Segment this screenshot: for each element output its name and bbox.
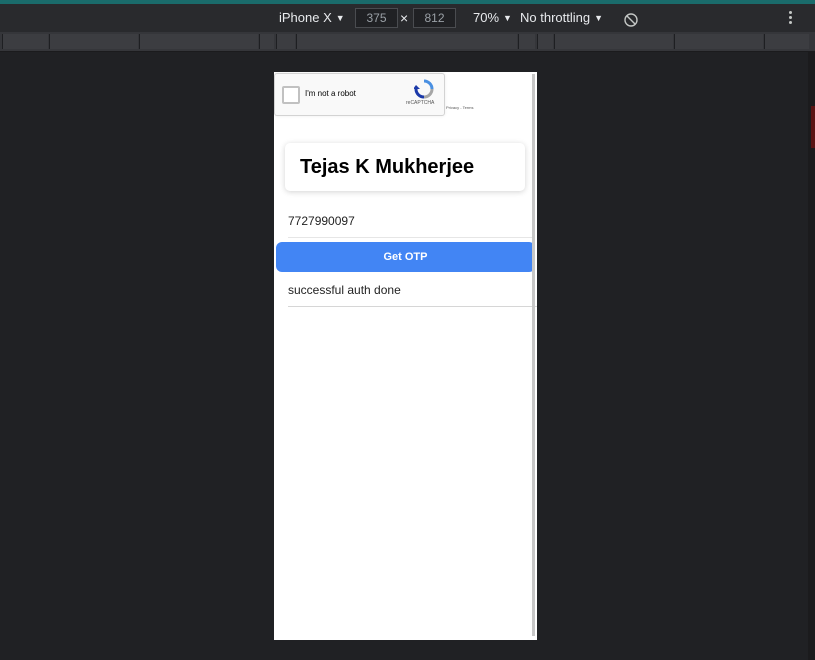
get-otp-button[interactable]: Get OTP <box>276 242 535 272</box>
device-name: iPhone X <box>279 10 332 25</box>
recaptcha-checkbox[interactable] <box>282 86 300 104</box>
edge-marker <box>811 106 815 148</box>
scrollbar[interactable] <box>532 74 535 636</box>
ruler-segment[interactable] <box>259 34 274 49</box>
recaptcha-widget: I'm not a robot reCAPTCHA <box>274 73 445 116</box>
ruler-segment[interactable] <box>518 34 535 49</box>
media-query-ruler <box>0 32 815 52</box>
ruler-segment[interactable] <box>49 34 138 49</box>
recaptcha-links[interactable]: Privacy - Terms <box>446 105 473 110</box>
user-name: Tejas K Mukherjee <box>300 156 475 178</box>
width-input[interactable]: 375 <box>355 8 398 28</box>
divider <box>288 306 537 307</box>
ruler-segment[interactable] <box>554 34 673 49</box>
ruler-segment[interactable] <box>537 34 553 49</box>
recaptcha-label: I'm not a robot <box>305 89 356 98</box>
device-viewport: I'm not a robot reCAPTCHA Privacy - Term… <box>274 72 537 640</box>
recaptcha-brand: reCAPTCHA <box>406 100 435 106</box>
rotate-icon[interactable] <box>623 10 639 27</box>
ruler-segment[interactable] <box>2 34 48 49</box>
throttling-value: No throttling <box>520 10 591 25</box>
ruler-segment[interactable] <box>764 34 809 49</box>
devtools-side-edge <box>808 51 815 660</box>
divider <box>288 237 533 238</box>
chevron-down-icon: ▼ <box>594 13 604 23</box>
profile-card: Tejas K Mukherjee <box>285 143 525 191</box>
status-message: successful auth done <box>288 283 401 297</box>
zoom-value: 70% <box>473 10 500 25</box>
ruler-segment[interactable] <box>139 34 258 49</box>
device-toolbar: iPhone X ▼ 375 × 812 70% ▼ No throttling ▼ <box>0 4 815 32</box>
chevron-down-icon: ▼ <box>335 13 345 23</box>
more-vert-icon[interactable] <box>789 11 793 26</box>
phone-number[interactable]: 7727990097 <box>288 214 355 228</box>
ruler-segment[interactable] <box>296 34 517 49</box>
dimension-separator: × <box>400 10 409 26</box>
throttling-select[interactable]: No throttling ▼ <box>520 4 603 32</box>
ruler-segment[interactable] <box>276 34 295 49</box>
height-input[interactable]: 812 <box>413 8 456 28</box>
ruler-segment[interactable] <box>674 34 763 49</box>
zoom-select[interactable]: 70% ▼ <box>473 4 512 32</box>
device-select[interactable]: iPhone X ▼ <box>279 4 345 32</box>
chevron-down-icon: ▼ <box>503 13 512 23</box>
